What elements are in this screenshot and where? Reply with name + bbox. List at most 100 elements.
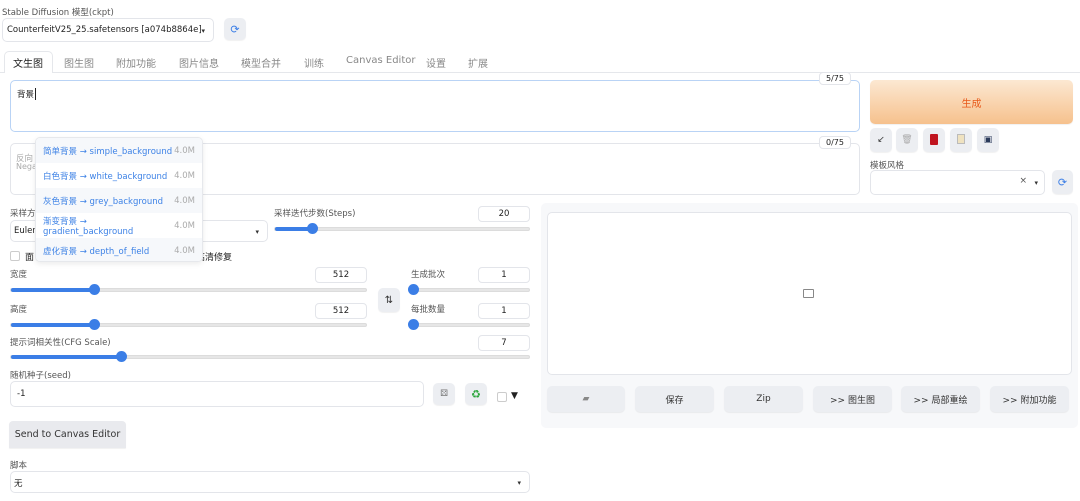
batch-size-input[interactable]: 1 — [478, 303, 530, 319]
slider-thumb[interactable] — [408, 319, 419, 330]
autocomplete-text: 灰色背景 → grey_background — [43, 196, 164, 207]
steps-input[interactable]: 20 — [478, 206, 530, 222]
tab-extensions[interactable]: 扩展 — [468, 55, 488, 70]
batch-count-input[interactable]: 1 — [478, 267, 530, 283]
trash-icon: 🗑 — [901, 135, 913, 145]
autocomplete-size: 4.0M — [174, 170, 195, 181]
face-restore-checkbox[interactable] — [10, 251, 20, 261]
model-value: CounterfeitV25_25.safetensors [a074b8864… — [7, 25, 202, 35]
width-slider[interactable] — [10, 284, 367, 295]
height-slider[interactable] — [10, 319, 367, 330]
tab-divider — [0, 72, 1080, 73]
chevron-down-icon: ▾ — [1034, 179, 1038, 187]
prompt-text: 背景 — [17, 88, 37, 100]
refresh-styles-button[interactable]: ⟳ — [1052, 170, 1073, 194]
autocomplete-text: 虚化背景 → depth_of_field — [43, 246, 150, 257]
tab-extras[interactable]: 附加功能 — [116, 55, 156, 70]
autocomplete-size: 4.0M — [174, 145, 195, 156]
sampler-value: Euler — [14, 226, 36, 236]
clear-prompt-button[interactable]: 🗑 — [896, 128, 918, 152]
generate-button[interactable]: 生成 — [870, 80, 1073, 124]
refresh-model-button[interactable]: ⟳ — [224, 18, 246, 40]
send-to-extras-button[interactable]: >> 附加功能 — [990, 386, 1069, 412]
batch-count-slider[interactable] — [408, 284, 530, 295]
autocomplete-text: 简单背景 → simple_background — [43, 146, 173, 157]
autocomplete-text: 渐变背景 → gradient_background — [43, 216, 134, 237]
chevron-down-icon: ▾ — [201, 27, 205, 35]
clipboard-icon — [957, 134, 965, 144]
slider-thumb[interactable] — [88, 284, 100, 295]
folder-icon: ▰ — [582, 394, 590, 404]
autocomplete-item[interactable]: 白色背景 → white_background 4.0M — [36, 163, 202, 188]
seed-label: 随机种子(seed) — [10, 371, 71, 381]
output-gallery[interactable] — [547, 212, 1072, 375]
recycle-icon: ♻ — [471, 387, 481, 401]
zip-button[interactable]: Zip — [724, 386, 803, 412]
clear-icon[interactable]: × — [1019, 176, 1027, 186]
image-placeholder-icon — [803, 289, 814, 298]
tag-autocomplete-popup: 简单背景 → simple_background 4.0M 白色背景 → whit… — [35, 137, 203, 262]
seed-value: -1 — [17, 389, 26, 399]
send-to-img2img-button[interactable]: >> 图生图 — [813, 386, 892, 412]
refresh-icon: ⟳ — [1057, 175, 1068, 189]
script-label: 脚本 — [10, 461, 28, 471]
slider-thumb[interactable] — [115, 351, 127, 362]
swap-dimensions-button[interactable]: ⇅ — [378, 288, 400, 312]
script-select[interactable]: 无 ▾ — [10, 471, 530, 493]
autocomplete-item[interactable]: 渐变背景 → gradient_background 4.0M — [36, 213, 202, 238]
cfg-input[interactable]: 7 — [478, 335, 530, 351]
open-folder-button[interactable]: ▰ — [547, 386, 625, 412]
prompt-textarea[interactable]: 背景 — [10, 80, 860, 132]
tab-img2img[interactable]: 图生图 — [64, 55, 94, 70]
steps-slider[interactable] — [274, 223, 530, 234]
refresh-icon: ⟳ — [230, 22, 240, 36]
slider-thumb[interactable] — [88, 319, 100, 330]
extra-seed-toggle[interactable]: ▼ — [511, 391, 518, 401]
cfg-slider[interactable] — [10, 351, 530, 362]
seed-input[interactable]: -1 — [10, 381, 424, 407]
autocomplete-size: 4.0M — [174, 220, 195, 231]
floppy-disk-icon: ▣ — [983, 135, 993, 145]
chevron-down-icon: ▾ — [517, 479, 521, 487]
extra-seed-checkbox[interactable] — [497, 392, 507, 402]
style-select[interactable]: × ▾ — [870, 170, 1045, 195]
batch-size-slider[interactable] — [408, 319, 530, 330]
face-restore-label: 面 — [25, 253, 35, 263]
extra-networks-button[interactable] — [923, 128, 945, 152]
card-icon — [930, 134, 938, 145]
save-button[interactable]: 保存 — [635, 386, 714, 412]
random-seed-button[interactable]: ⚄ — [433, 383, 455, 405]
send-to-inpaint-button[interactable]: >> 局部重绘 — [901, 386, 980, 412]
sampler-label: 采样方 — [10, 209, 36, 219]
read-params-button[interactable]: ↙ — [870, 128, 892, 152]
slider-thumb[interactable] — [306, 223, 318, 234]
width-input[interactable]: 512 — [315, 267, 367, 283]
negative-token-counter: 0/75 — [819, 136, 851, 149]
dice-icon: ⚄ — [440, 389, 448, 399]
send-to-canvas-editor-button[interactable]: Send to Canvas Editor — [9, 421, 126, 448]
tab-settings[interactable]: 设置 — [426, 55, 446, 70]
autocomplete-size: 4.0M — [174, 195, 195, 206]
tab-train[interactable]: 训练 — [304, 55, 324, 70]
height-label: 高度 — [10, 305, 28, 315]
tab-canvas-editor[interactable]: Canvas Editor — [346, 55, 415, 66]
cfg-label: 提示词相关性(CFG Scale) — [10, 338, 111, 348]
height-input[interactable]: 512 — [315, 303, 367, 319]
save-style-button[interactable]: ▣ — [977, 128, 999, 152]
model-select[interactable]: CounterfeitV25_25.safetensors [a074b8864… — [2, 18, 214, 42]
reuse-seed-button[interactable]: ♻ — [465, 383, 487, 405]
autocomplete-text: 白色背景 → white_background — [43, 171, 168, 182]
slider-thumb[interactable] — [408, 284, 419, 295]
tab-png-info[interactable]: 图片信息 — [179, 55, 219, 70]
tab-merge[interactable]: 模型合并 — [241, 55, 281, 70]
autocomplete-item[interactable]: 灰色背景 → grey_background 4.0M — [36, 188, 202, 213]
autocomplete-item[interactable]: 简单背景 → simple_background 4.0M — [36, 138, 202, 163]
model-label: Stable Diffusion 模型(ckpt) — [2, 8, 114, 18]
swap-arrows-icon: ⇅ — [384, 294, 394, 306]
apply-style-button[interactable] — [950, 128, 972, 152]
autocomplete-item[interactable]: 虚化背景 → depth_of_field 4.0M — [36, 238, 202, 261]
batch-size-label: 每批数量 — [411, 305, 446, 315]
steps-label: 采样迭代步数(Steps) — [274, 209, 356, 219]
chevron-down-icon: ▾ — [255, 228, 259, 236]
tab-txt2img[interactable]: 文生图 — [13, 55, 43, 70]
